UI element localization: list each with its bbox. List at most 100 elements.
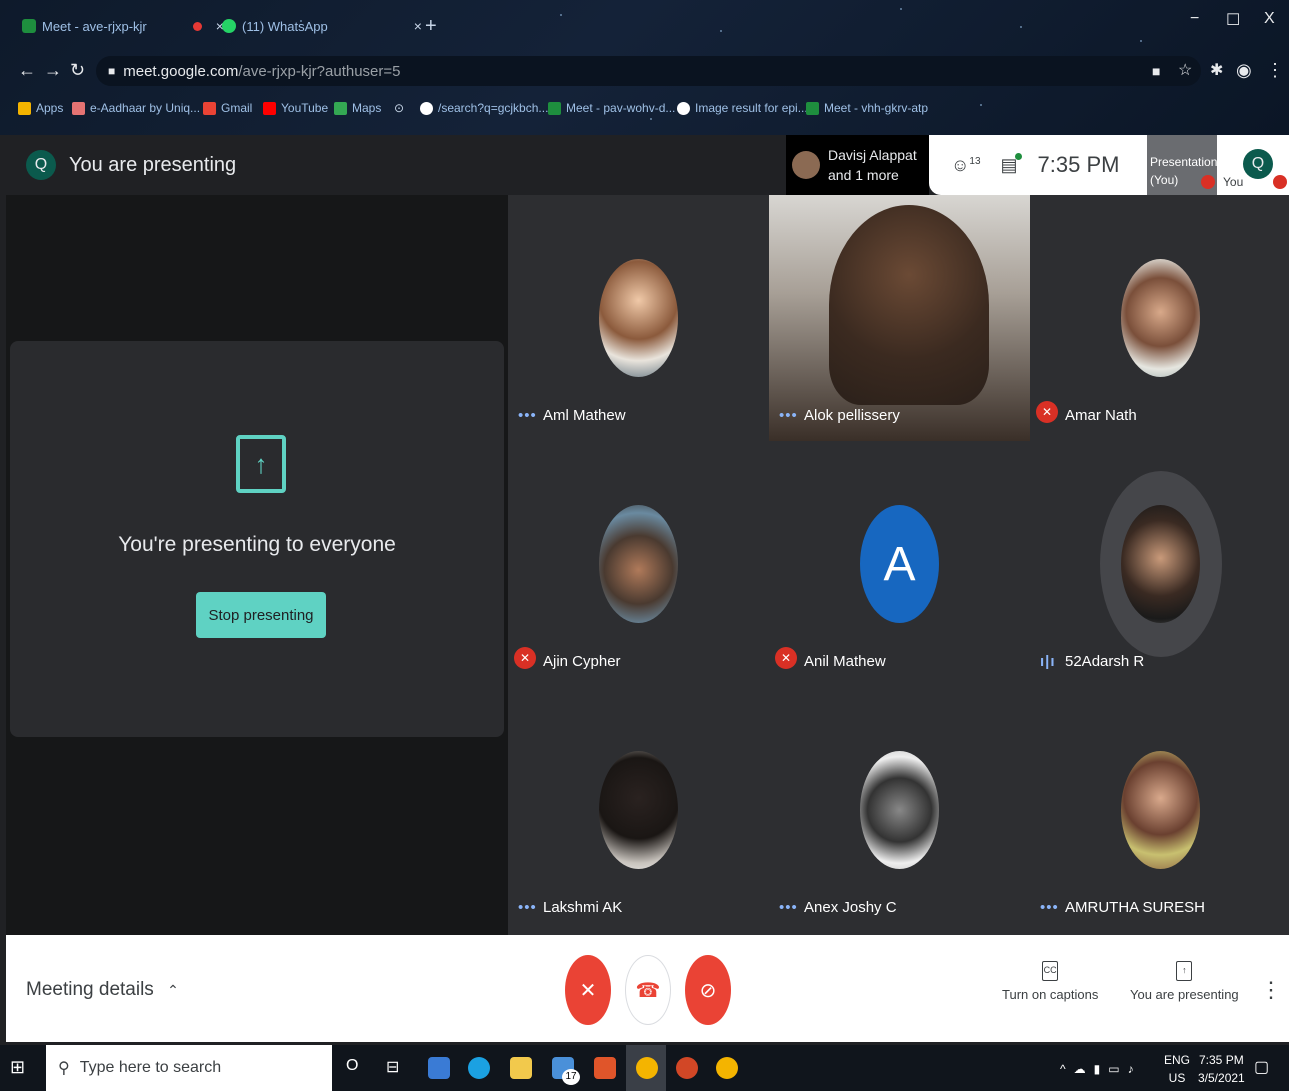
new-tab-button[interactable]: + [425,12,437,40]
task-view-icon[interactable]: ⊟ [386,1057,408,1079]
stop-presenting-button[interactable]: Stop presenting [196,592,326,638]
tab-title: Meet - ave-rjxp-kjr [42,18,147,34]
meeting-controls: Meeting details ⌃ ✕ ☎ ⊘ CC Turn on capti… [6,935,1289,1042]
profile-icon[interactable]: ◉ [1236,60,1252,81]
participant-name: Aml Mathew [543,407,626,424]
presenting-header: Q You are presenting [6,135,786,195]
address-bar[interactable]: ■ meet.google.com/ave-rjxp-kjr?authuser=… [96,56,1201,86]
apps-grid-icon [18,101,31,115]
captions-icon: CC [1042,961,1059,981]
participant-tile[interactable]: ✕ Ajin Cypher [508,441,769,687]
back-icon[interactable]: ← [18,60,36,81]
taskbar-search[interactable]: ⚲ Type here to search [46,1045,332,1091]
camera-toggle-button[interactable]: ⊘ [685,955,731,1025]
bookmark-star-icon[interactable]: ☆ [1178,60,1192,80]
bookmark-aadhaar[interactable]: e-Aadhaar by Uniq... [72,101,200,115]
tab-whatsapp[interactable]: (11) WhatsApp × [222,12,422,40]
cast-icon[interactable]: ■ [1152,63,1160,79]
powerpoint-icon[interactable] [676,1057,698,1079]
reload-icon[interactable]: ↻ [70,60,85,81]
participant-name: Alok pellissery [804,407,900,424]
windows-start-icon[interactable]: ⊞ [10,1057,25,1078]
bookmark-image-result[interactable]: Image result for epi... [677,101,808,115]
chat-button[interactable]: ▤ [1001,152,1022,176]
close-tab-icon[interactable]: × [414,18,422,34]
bookmark-meet-pav[interactable]: Meet - pav-wohv-d... [548,101,675,115]
bookmark-maps[interactable]: Maps [334,101,381,115]
history-icon[interactable]: ⊙ [394,101,404,115]
meet-icon [22,19,36,33]
captions-button[interactable]: CC Turn on captions [1002,961,1098,1002]
presentation-self-tile[interactable]: Presentation (You) [1147,135,1217,195]
maximize-icon[interactable]: ☐ [1226,10,1240,30]
app-icon[interactable] [428,1057,450,1079]
participant-tile[interactable]: A ✕ Anil Mathew [769,441,1030,687]
extensions-icon[interactable]: ✱ [1210,60,1223,80]
recording-icon [192,21,202,31]
chrome-icon[interactable] [636,1057,658,1079]
people-button[interactable]: ☺13 [951,155,981,176]
edge-icon[interactable] [468,1057,490,1079]
chevron-up-icon[interactable]: ^ [1060,1062,1066,1076]
usb-icon[interactable]: ▮ [1094,1062,1101,1076]
bookmark-gmail[interactable]: Gmail [203,101,252,115]
forward-icon[interactable]: → [44,60,62,81]
more-options-icon[interactable]: ⋮ [1260,977,1282,1003]
self-avatar: Q [1243,149,1273,179]
meeting-details-button[interactable]: Meeting details ⌃ [26,979,179,1001]
lock-icon: ■ [108,64,116,78]
minimize-icon[interactable]: − [1190,10,1199,28]
bookmark-search[interactable]: /search?q=gcjkbch... [420,101,548,115]
participant-count: 13 [969,155,981,167]
gmail-icon [203,101,216,115]
present-now-button[interactable]: ↑ You are presenting [1130,961,1239,1002]
system-clock[interactable]: 7:35 PM 3/5/2021 [1198,1051,1245,1087]
clock-date: 3/5/2021 [1198,1071,1245,1085]
hang-up-icon: ☎ [635,979,661,1002]
participant-tile[interactable]: ••• Lakshmi AK [508,687,769,935]
participant-name: Lakshmi AK [543,899,623,916]
onedrive-icon[interactable]: ☁ [1074,1062,1086,1076]
bookmark-apps[interactable]: Apps [18,101,63,115]
microphone-toggle-button[interactable]: ✕ [565,955,611,1025]
participant-avatar [1121,259,1200,377]
more-dots-icon: ••• [779,407,798,424]
presenting-message: You're presenting to everyone [118,533,396,556]
self-tile[interactable]: Q You [1217,135,1289,195]
presentation-app-icon[interactable] [594,1057,616,1079]
muted-icon [1273,175,1287,189]
leave-call-button[interactable]: ☎ [625,955,671,1025]
menu-icon[interactable]: ⋮ [1266,60,1284,81]
close-window-icon[interactable]: X [1264,10,1275,28]
participant-tile[interactable]: ••• AMRUTHA SURESH [1030,687,1289,935]
self-label: You [1223,175,1244,189]
chat-unread-dot [1014,152,1022,160]
participant-video-tile[interactable]: ••• Alok pellissery [769,195,1030,441]
url-path: /ave-rjxp-kjr?authuser=5 [238,62,401,80]
tab-meet[interactable]: Meet - ave-rjxp-kjr × [22,12,224,40]
participant-avatar [860,751,939,869]
notification-icon[interactable]: ▢ [1254,1057,1269,1077]
participant-tile[interactable]: ••• Aml Mathew [508,195,769,441]
battery-icon[interactable]: ▭ [1108,1062,1119,1076]
participant-avatar [599,259,678,377]
participant-avatar [1121,751,1200,869]
participant-tile[interactable]: ✕ Amar Nath [1030,195,1289,441]
bookmark-meet-vhh[interactable]: Meet - vhh-gkrv-atp [806,101,928,115]
cortana-icon[interactable]: O [346,1057,368,1079]
speaking-bars-icon: ı|ı [1040,653,1056,670]
region-code: US [1168,1071,1186,1085]
presenting-card: ↑ You're presenting to everyone Stop pre… [10,341,504,737]
volume-icon[interactable]: ♪ [1128,1062,1134,1076]
more-dots-icon: ••• [1040,899,1059,916]
participant-tile[interactable]: ••• Anex Joshy C [769,687,1030,935]
participant-tile[interactable]: ı|ı 52Adarsh R [1030,441,1289,687]
presenting-label: You are presenting [1130,987,1239,1002]
file-explorer-icon[interactable] [510,1057,532,1079]
url-host: meet.google.com [123,62,239,80]
chrome-icon[interactable] [716,1057,738,1079]
meeting-info-bar: ☺13 ▤ 7:35 PM [929,135,1147,195]
bookmark-youtube[interactable]: YouTube [263,101,328,115]
language-indicator[interactable]: ENG US [1164,1051,1190,1087]
search-icon: ⚲ [58,1060,70,1077]
